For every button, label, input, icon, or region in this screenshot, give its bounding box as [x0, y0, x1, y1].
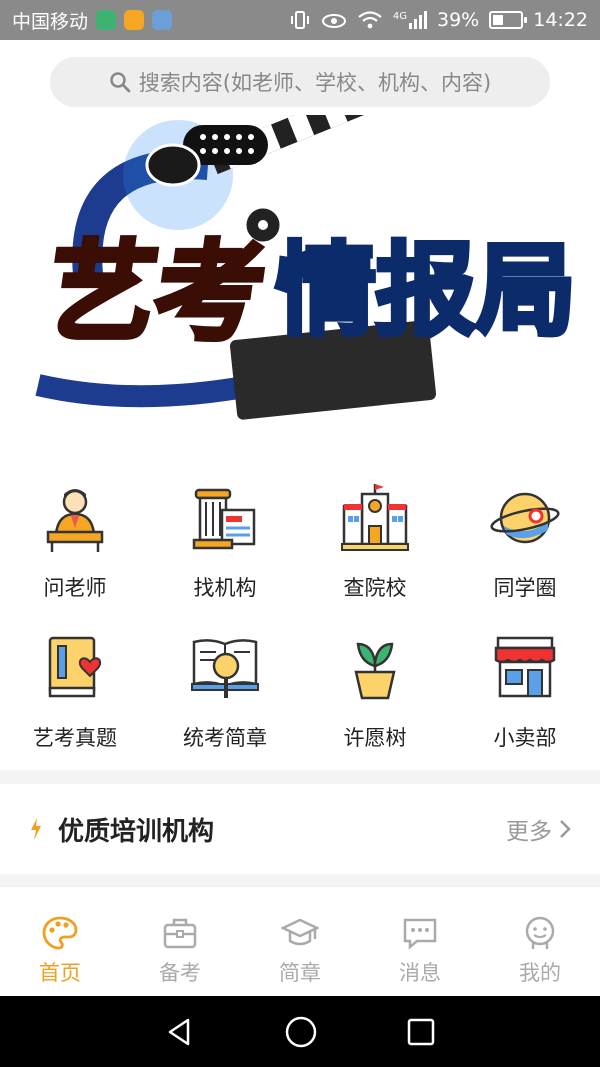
- category-exam-brochure[interactable]: 统考简章: [150, 620, 300, 770]
- category-label: 小卖部: [493, 726, 557, 750]
- tab-prepare[interactable]: 备考: [120, 887, 240, 996]
- book-heart-icon: [48, 636, 102, 698]
- app-notification-icon: [152, 10, 173, 30]
- back-icon[interactable]: [164, 1016, 196, 1048]
- category-label: 艺考真题: [33, 726, 117, 750]
- planet-icon: [490, 492, 560, 544]
- plant-pot-icon: [354, 642, 396, 700]
- tab-label: 首页: [39, 961, 81, 985]
- banner-title-part2: 情报局: [276, 232, 576, 349]
- institution-icon: [192, 488, 256, 550]
- category-label: 查院校: [343, 576, 407, 600]
- shop-icon: [494, 636, 556, 698]
- tab-label: 简章: [279, 961, 321, 985]
- clock: 14:22: [533, 9, 588, 31]
- eye-icon: [321, 14, 346, 28]
- chevron-right-icon: [560, 820, 571, 838]
- signal-icon: 4G: [393, 11, 427, 29]
- tab-label: 备考: [159, 961, 201, 985]
- battery-percent: 39%: [437, 9, 480, 31]
- category-label: 找机构: [193, 576, 257, 600]
- magnifier-book-icon: [191, 639, 259, 698]
- category-grid: 问老师 找机构 查院校 同学圈 艺考真题 统考简章 许愿树 小卖部: [0, 470, 600, 770]
- home-icon[interactable]: [284, 1015, 318, 1049]
- banner-artwork: 艺考 情报局: [35, 78, 579, 420]
- section-divider: [0, 770, 600, 784]
- battery-icon: [489, 11, 528, 29]
- tab-profile[interactable]: 我的: [480, 887, 600, 996]
- more-link[interactable]: 更多: [506, 812, 572, 846]
- carrier-label: 中国移动: [12, 10, 89, 33]
- category-wish-tree[interactable]: 许愿树: [300, 620, 450, 770]
- section-divider: [0, 874, 600, 886]
- wifi-icon: [358, 11, 382, 29]
- lightning-icon: [31, 818, 41, 840]
- section-header: 优质培训机构 更多: [0, 784, 600, 874]
- banner-title-part1: 艺考: [39, 229, 273, 355]
- category-label: 同学圈: [493, 576, 557, 600]
- system-navigation-bar: [0, 996, 600, 1067]
- category-ask-teacher[interactable]: 问老师: [0, 470, 150, 620]
- category-label: 统考简章: [183, 726, 267, 750]
- status-bar: 中国移动 4G 39% 14:22: [0, 0, 600, 40]
- category-label: 许愿树: [343, 726, 407, 750]
- promo-banner[interactable]: 艺考 情报局: [18, 78, 600, 420]
- network-type: 4G: [392, 11, 407, 22]
- briefcase-icon: [163, 918, 197, 949]
- graduation-cap-icon: [281, 918, 319, 946]
- category-find-institution[interactable]: 找机构: [150, 470, 300, 620]
- category-exam-questions[interactable]: 艺考真题: [0, 620, 150, 770]
- more-label: 更多: [506, 819, 552, 845]
- search-placeholder: 搜索内容(如老师、学校、机构、内容): [138, 71, 492, 95]
- palette-icon: [42, 916, 78, 950]
- tab-label: 我的: [519, 961, 561, 985]
- message-icon: [403, 918, 437, 950]
- tab-home[interactable]: 首页: [0, 887, 120, 996]
- search-input[interactable]: 搜索内容(如老师、学校、机构、内容): [50, 57, 550, 107]
- recents-icon[interactable]: [406, 1017, 436, 1047]
- category-check-school[interactable]: 查院校: [300, 470, 450, 620]
- teacher-icon: [46, 489, 104, 552]
- school-building-icon: [341, 484, 409, 551]
- section-title: 优质培训机构: [58, 816, 215, 847]
- tab-brochure[interactable]: 简章: [240, 887, 360, 996]
- tab-label: 消息: [399, 961, 441, 985]
- bottom-tab-bar: 首页 备考 简章 消息 我的: [0, 886, 600, 996]
- search-icon: [110, 72, 131, 93]
- category-label: 问老师: [43, 576, 107, 600]
- vibrate-icon: [290, 11, 309, 29]
- category-classmates[interactable]: 同学圈: [450, 470, 600, 620]
- profile-icon: [525, 916, 555, 949]
- app-notification-icon: [124, 10, 145, 30]
- tab-messages[interactable]: 消息: [360, 887, 480, 996]
- app-notification-icon: [96, 10, 117, 30]
- category-shop[interactable]: 小卖部: [450, 620, 600, 770]
